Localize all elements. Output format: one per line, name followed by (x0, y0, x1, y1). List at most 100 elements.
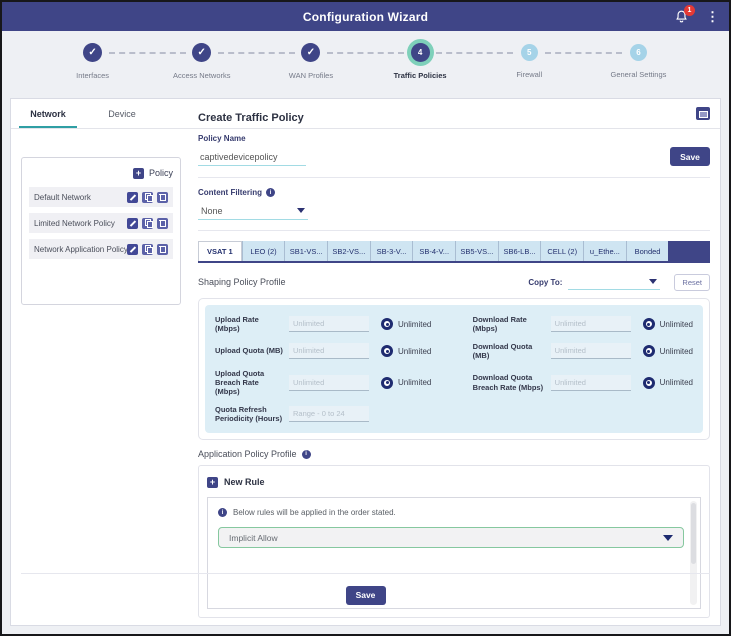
step-number: 4 (411, 43, 430, 62)
rule-select-implicit-allow[interactable]: Implicit Allow (218, 527, 684, 548)
policy-row-default-network[interactable]: Default Network (29, 187, 173, 207)
traffic-policy-form: Create Traffic Policy Policy Name Save C… (198, 99, 710, 618)
add-policy-label: Policy (149, 168, 173, 178)
wizard-stepper: ✓ Interfaces ✓ Access Networks ✓ WAN Pro… (2, 31, 729, 95)
titlebar: Configuration Wizard 1 ⋮ (2, 2, 729, 31)
step-label: Access Networks (147, 71, 256, 80)
step-label: WAN Profiles (256, 71, 365, 80)
policy-name: Limited Network Policy (34, 219, 127, 228)
add-policy-button[interactable]: + Policy (29, 165, 173, 181)
radio-label: Unlimited (398, 347, 431, 356)
notifications-button[interactable]: 1 (674, 9, 690, 25)
step-firewall[interactable]: 5 Firewall (475, 41, 584, 95)
upload-rate-input[interactable] (289, 316, 369, 332)
step-general-settings[interactable]: 6 General Settings (584, 41, 693, 95)
chevron-down-icon (663, 535, 673, 541)
wan-tab-bonded[interactable]: Bonded (626, 241, 669, 261)
unlimited-radio[interactable] (643, 377, 655, 389)
field-label: Download Quota (MB) (473, 342, 547, 361)
content-filtering-select[interactable]: None (198, 202, 308, 220)
upload-quota-input[interactable] (289, 343, 369, 359)
policy-name-label: Policy Name (198, 134, 710, 143)
configuration-wizard-window: Configuration Wizard 1 ⋮ ✓ Interfaces ✓ … (0, 0, 731, 636)
content-filtering-label: Content Filtering (198, 188, 262, 197)
field-label: Quota Refresh Periodicity (Hours) (215, 405, 285, 424)
copy-icon[interactable] (142, 192, 153, 203)
step-access-networks[interactable]: ✓ Access Networks (147, 41, 256, 95)
form-title: Create Traffic Policy (198, 112, 710, 124)
step-interfaces[interactable]: ✓ Interfaces (38, 41, 147, 95)
plus-icon: + (133, 168, 144, 179)
check-icon: ✓ (88, 47, 96, 58)
divider (198, 230, 710, 231)
policy-name: Default Network (34, 193, 127, 202)
edit-icon[interactable] (127, 244, 138, 255)
copy-to-label: Copy To: (528, 278, 562, 287)
wan-tab-cell[interactable]: CELL (2) (540, 241, 583, 261)
shaping-card: Upload Rate (Mbps) Unlimited Download Ra… (198, 298, 710, 440)
upload-quota-breach-rate-input[interactable] (289, 375, 369, 391)
reset-button[interactable]: Reset (674, 274, 710, 291)
wan-tab-strip-end (668, 241, 710, 261)
download-quota-input[interactable] (551, 343, 631, 359)
menu-kebab-icon[interactable]: ⋮ (706, 12, 719, 22)
unlimited-radio[interactable] (381, 377, 393, 389)
step-label: General Settings (584, 70, 693, 79)
new-rule-label: New Rule (224, 477, 265, 487)
delete-icon[interactable] (157, 192, 168, 203)
wan-tab-vsat1[interactable]: VSAT 1 (198, 241, 242, 261)
wan-tab-sb3[interactable]: SB-3-V... (370, 241, 413, 261)
unlimited-radio[interactable] (381, 318, 393, 330)
rules-info-text: Below rules will be applied in the order… (233, 508, 396, 517)
unlimited-radio[interactable] (381, 345, 393, 357)
wan-tab-leo[interactable]: LEO (2) (242, 241, 285, 261)
copy-to-select[interactable] (568, 274, 660, 290)
quota-refresh-periodicity-input[interactable] (289, 406, 369, 422)
edit-icon[interactable] (127, 192, 138, 203)
radio-label: Unlimited (398, 320, 431, 329)
wan-tab-ethernet[interactable]: u_Ethe... (583, 241, 626, 261)
page-title: Configuration Wizard (2, 10, 729, 24)
field-label: Upload Quota Breach Rate (Mbps) (215, 369, 285, 397)
delete-icon[interactable] (157, 244, 168, 255)
form-footer: Save (21, 573, 710, 625)
shaping-panel: Upload Rate (Mbps) Unlimited Download Ra… (205, 305, 703, 433)
step-traffic-policies[interactable]: 4 Traffic Policies (366, 41, 475, 95)
wan-tab-sb5[interactable]: SB5-VS... (455, 241, 498, 261)
field-label: Download Quota Breach Rate (Mbps) (473, 373, 547, 392)
wan-tab-strip: VSAT 1 LEO (2) SB1-VS... SB2-VS... SB-3-… (198, 241, 710, 263)
tab-network[interactable]: Network (11, 99, 85, 128)
unlimited-radio[interactable] (643, 318, 655, 330)
save-button-top[interactable]: Save (670, 147, 710, 166)
step-wan-profiles[interactable]: ✓ WAN Profiles (256, 41, 365, 95)
notification-badge: 1 (684, 5, 695, 16)
download-quota-breach-rate-input[interactable] (551, 375, 631, 391)
tab-device[interactable]: Device (85, 99, 159, 128)
content-filtering-value: None (201, 206, 297, 216)
wan-tab-sb1[interactable]: SB1-VS... (284, 241, 327, 261)
new-rule-button[interactable]: + New Rule (207, 474, 701, 490)
shaping-title: Shaping Policy Profile (198, 277, 286, 287)
chevron-down-icon (649, 279, 657, 284)
copy-icon[interactable] (142, 218, 153, 229)
radio-label: Unlimited (660, 320, 693, 329)
divider (198, 177, 710, 178)
step-label: Firewall (475, 70, 584, 79)
edit-icon[interactable] (127, 218, 138, 229)
wan-tab-sb6[interactable]: SB6-LB... (498, 241, 541, 261)
step-label: Traffic Policies (366, 71, 475, 80)
policy-name-input[interactable] (198, 149, 306, 166)
check-icon: ✓ (198, 47, 206, 58)
copy-icon[interactable] (142, 244, 153, 255)
info-icon: i (302, 450, 311, 459)
policy-name: Network Application Policy (34, 245, 127, 254)
wan-tab-sb4[interactable]: SB-4-V... (412, 241, 455, 261)
policy-row-network-application-policy[interactable]: Network Application Policy (29, 239, 173, 259)
save-button-bottom[interactable]: Save (346, 586, 386, 605)
policy-list-panel: + Policy Default Network Limited Network… (21, 157, 181, 305)
policy-row-limited-network-policy[interactable]: Limited Network Policy (29, 213, 173, 233)
download-rate-input[interactable] (551, 316, 631, 332)
unlimited-radio[interactable] (643, 345, 655, 357)
wan-tab-sb2[interactable]: SB2-VS... (327, 241, 370, 261)
delete-icon[interactable] (157, 218, 168, 229)
